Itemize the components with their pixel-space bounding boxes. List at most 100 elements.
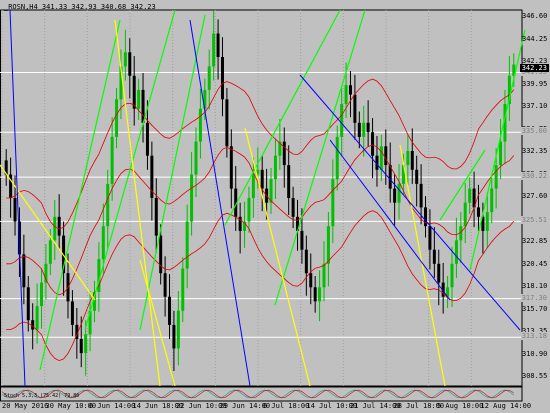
candle-body [397,183,401,203]
candle-body [494,165,498,189]
candle-body [132,75,136,109]
price-tick-label: 339.95 [522,79,548,88]
chart-window[interactable]: _ROSN,H4 341.33 342.93 340.68 342.23 346… [0,0,550,413]
candle-body [22,254,26,288]
candle-body [340,104,344,137]
candle-body [476,207,480,217]
candle-body [106,183,110,227]
candle-body [13,198,17,222]
candle-body [499,141,503,166]
price-tick-label: 320.45 [522,259,548,268]
candle-body [57,216,61,236]
candle-body [393,188,397,203]
level-label: 325.51 [520,216,548,225]
time-tick-label: 5 Aug 10:00 [437,402,484,410]
price-tick-label: 308.55 [522,372,548,380]
candle-body [362,122,366,137]
candle-body [428,226,432,250]
candle-body [225,99,229,147]
candle-body [437,263,441,283]
chart-title: _ROSN,H4 341.33 342.93 340.68 342.23 [4,3,156,11]
candle-body [128,52,132,76]
candle-body [287,165,291,198]
candle-body [216,33,220,57]
candle-body [384,146,388,166]
price-tick-label: 346.60 [522,12,548,20]
candle-body [282,141,286,166]
candle-body [353,94,357,123]
candle-body [137,89,141,109]
time-tick-label: 6 Jul 18:00 [263,402,310,410]
candle-body [145,122,149,156]
candle-body [220,57,224,100]
candle-body [198,108,202,142]
candle-body [168,296,172,325]
candle-body [406,151,410,166]
candle-body [273,155,277,180]
candle-body [123,52,127,67]
candle-body [176,310,180,349]
price-tick-label: 327.60 [522,192,548,200]
candle-body [326,226,330,264]
candle-body [291,198,295,217]
candle-body [410,151,414,170]
level-label: 317.30 [520,293,548,302]
candle-body [309,273,313,288]
candle-body [415,169,419,184]
candle-body [101,226,105,260]
price-tick-label: 322.85 [522,237,548,245]
candle-body [48,240,52,264]
candle-body [115,99,119,137]
candle-body [251,174,255,198]
candle-body [300,230,304,250]
level-label: 313.18 [520,332,548,341]
candle-body [357,122,361,137]
candle-body [247,198,251,222]
chart-canvas[interactable] [0,0,550,413]
time-tick-label: 6 Jun 14:00 [89,402,136,410]
price-tick-label: 310.90 [522,349,548,358]
candle-body [229,146,233,189]
candle-body [53,216,57,241]
candle-body [40,282,44,307]
price-tick-label: 337.10 [522,102,548,110]
candle-body [331,179,335,227]
price-tick-label: 318.10 [522,282,548,290]
time-tick-label: 12 Aug 14:00 [480,402,532,410]
candle-body [419,183,423,208]
candle-body [110,136,114,184]
level-label: 335.00 [520,127,548,136]
candle-body [454,240,458,264]
current-price-tag: 342.23 [519,64,549,72]
candle-body [185,221,189,269]
candle-body [450,263,454,288]
candle-body [31,320,35,330]
candle-body [181,268,185,311]
candle-body [172,324,176,349]
candle-body [335,136,339,180]
candle-body [366,122,370,133]
candle-body [260,169,264,189]
candle-body [207,66,211,90]
candle-body [490,188,494,213]
candle-body [318,287,322,302]
candle-body [463,202,467,227]
candle-body [194,141,198,175]
candle-body [190,174,194,222]
candle-body [35,306,39,330]
time-tick-label: 20 May 2016 [2,402,49,410]
candle-body [84,334,88,354]
candle-body [159,235,163,274]
price-tick-label: 344.25 [522,34,548,43]
candle-body [379,146,383,170]
candle-body [70,301,74,325]
candle-body [79,339,83,354]
indicator-label: Stoch 5,3,3 (75.42) 79.80 [4,393,80,399]
price-tick-label: 315.70 [522,304,548,313]
candle-body [371,132,375,156]
candle-body [348,85,352,95]
candle-body [322,263,326,288]
candle-body [313,287,317,302]
candle-body [26,287,30,321]
level-label: 330.22 [520,172,548,181]
